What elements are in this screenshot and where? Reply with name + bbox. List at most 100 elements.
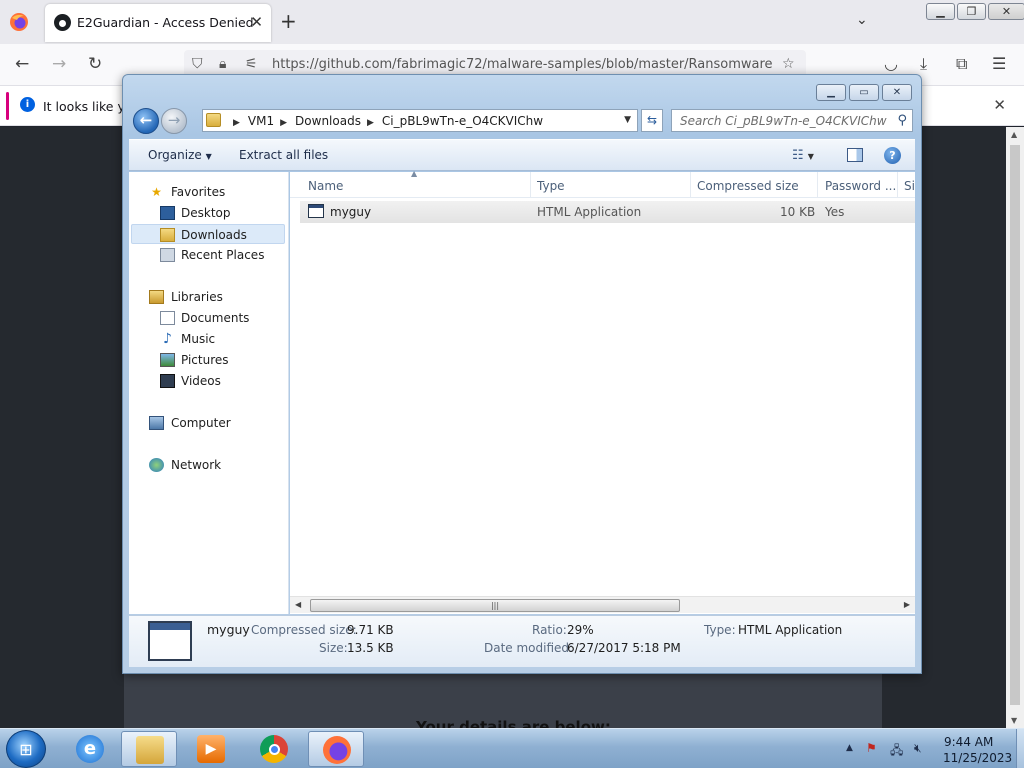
column-divider[interactable] bbox=[817, 172, 818, 198]
scroll-right-icon[interactable]: ▶ bbox=[904, 600, 910, 609]
column-compressed-size[interactable]: Compressed size bbox=[697, 179, 799, 193]
new-tab-icon[interactable]: + bbox=[280, 9, 297, 33]
extract-all-button[interactable]: Extract all files bbox=[239, 148, 328, 162]
breadcrumb-archive[interactable]: Ci_pBL9wTn-e_O4CKVIChw bbox=[382, 114, 543, 128]
breadcrumb-chevron-icon[interactable]: ▶ bbox=[280, 118, 287, 128]
nav-item-network[interactable]: Network bbox=[131, 455, 285, 475]
preview-pane-icon[interactable] bbox=[847, 148, 863, 162]
maximize-button[interactable]: ❐ bbox=[957, 3, 986, 20]
clock-time[interactable]: 9:44 AM bbox=[944, 735, 993, 749]
nav-item-favorites[interactable]: ★ Favorites bbox=[131, 182, 285, 202]
hta-file-large-icon bbox=[148, 621, 192, 661]
refresh-button[interactable]: ⇆ bbox=[641, 109, 663, 132]
scroll-down-icon[interactable]: ▼ bbox=[1011, 716, 1017, 725]
tab-close-icon[interactable]: ✕ bbox=[250, 13, 263, 31]
forward-arrow-icon[interactable]: → bbox=[52, 54, 66, 74]
lock-icon[interactable]: 🔒︎ bbox=[219, 56, 226, 72]
extensions-icon[interactable]: ⧉ bbox=[956, 54, 967, 74]
explorer-maximize-button[interactable]: ▭ bbox=[849, 84, 879, 101]
firefox-icon[interactable] bbox=[9, 12, 29, 32]
permissions-icon[interactable]: ⚟ bbox=[245, 56, 258, 72]
column-size[interactable]: Si bbox=[904, 179, 915, 193]
back-button[interactable]: ← bbox=[133, 108, 159, 134]
search-icon[interactable]: ⚲ bbox=[897, 113, 907, 128]
notification-close-icon[interactable]: ✕ bbox=[993, 96, 1006, 114]
nav-item-downloads[interactable]: Downloads bbox=[131, 224, 285, 244]
libraries-icon bbox=[149, 290, 164, 304]
menu-icon[interactable]: ☰ bbox=[992, 54, 1006, 73]
url-text[interactable]: https://github.com/fabrimagic72/malware-… bbox=[272, 57, 772, 72]
computer-icon bbox=[149, 416, 164, 430]
scroll-thumb[interactable] bbox=[1010, 145, 1020, 705]
bookmark-star-icon[interactable]: ☆ bbox=[782, 56, 795, 72]
page-scrollbar[interactable]: ▲ ▼ bbox=[1006, 127, 1024, 728]
explorer-minimize-button[interactable]: ▁ bbox=[816, 84, 846, 101]
file-password: Yes bbox=[825, 205, 845, 219]
clock-date[interactable]: 11/25/2023 bbox=[943, 751, 1012, 765]
scroll-left-icon[interactable]: ◀ bbox=[295, 600, 301, 609]
column-name[interactable]: Name bbox=[308, 179, 343, 193]
nav-item-videos[interactable]: Videos bbox=[131, 371, 285, 391]
minimize-button[interactable]: ▁ bbox=[926, 3, 955, 20]
column-type[interactable]: Type bbox=[537, 179, 565, 193]
scroll-thumb[interactable]: ||| bbox=[310, 599, 680, 612]
pocket-icon[interactable]: ◡ bbox=[884, 54, 898, 73]
taskbar-media-player[interactable]: ▶ bbox=[183, 731, 239, 767]
taskbar-internet-explorer[interactable]: e bbox=[62, 731, 118, 767]
search-input[interactable]: Search Ci_pBL9wTn-e_O4CKVIChw ⚲ bbox=[671, 109, 913, 132]
taskbar-chrome[interactable] bbox=[246, 731, 302, 767]
details-file-name: myguy bbox=[207, 622, 250, 637]
explorer-close-button[interactable]: ✕ bbox=[882, 84, 912, 101]
taskbar-explorer[interactable] bbox=[121, 731, 177, 767]
nav-item-pictures[interactable]: Pictures bbox=[131, 350, 285, 370]
change-view-icon[interactable]: ☷ ▼ bbox=[792, 148, 814, 163]
chevron-down-icon[interactable]: ▼ bbox=[808, 152, 814, 161]
nav-item-documents[interactable]: Documents bbox=[131, 308, 285, 328]
breadcrumb-vm1[interactable]: VM1 bbox=[248, 114, 274, 128]
download-icon[interactable]: ⤓ bbox=[920, 54, 927, 74]
back-arrow-icon[interactable]: ← bbox=[15, 54, 29, 74]
file-name[interactable]: myguy bbox=[330, 205, 371, 219]
details-type-label: Type: bbox=[704, 623, 736, 637]
pictures-icon bbox=[160, 353, 175, 367]
column-password[interactable]: Password ... bbox=[825, 179, 896, 193]
start-button[interactable]: ⊞ bbox=[6, 730, 46, 768]
show-desktop-button[interactable] bbox=[1016, 729, 1024, 768]
reload-icon[interactable]: ↻ bbox=[88, 54, 102, 74]
chrome-center bbox=[268, 743, 280, 755]
column-divider[interactable] bbox=[690, 172, 691, 198]
action-center-icon[interactable]: ⚑ bbox=[866, 741, 877, 755]
nav-item-computer[interactable]: Computer bbox=[131, 413, 285, 433]
taskbar-firefox[interactable] bbox=[308, 731, 364, 767]
address-bar[interactable]: ▶ VM1 ▶ Downloads ▶ Ci_pBL9wTn-e_O4CKVIChw ▼ bbox=[202, 109, 638, 132]
breadcrumb-chevron-icon[interactable]: ▶ bbox=[367, 118, 374, 128]
shield-icon[interactable]: ⛉ bbox=[192, 56, 203, 72]
nav-item-recent-places[interactable]: Recent Places bbox=[131, 245, 285, 265]
command-bar: Organize ▼ Extract all files ☷ ▼ ? bbox=[129, 139, 915, 171]
details-date-modified: 6/27/2017 5:18 PM bbox=[567, 641, 681, 655]
nav-item-libraries[interactable]: Libraries bbox=[131, 287, 285, 307]
breadcrumb-chevron-icon[interactable]: ▶ bbox=[233, 118, 240, 128]
internet-explorer-icon: e bbox=[76, 735, 104, 763]
column-divider[interactable] bbox=[897, 172, 898, 198]
tab-e2guardian[interactable]: E2Guardian - Access Denied ✕ bbox=[45, 4, 271, 42]
show-hidden-icons-icon[interactable]: ▲ bbox=[846, 743, 853, 753]
horizontal-scrollbar[interactable]: ◀ ||| ▶ bbox=[290, 596, 915, 613]
organize-button[interactable]: Organize ▼ bbox=[148, 148, 212, 162]
volume-muted-icon[interactable]: 🔇︎ bbox=[914, 741, 922, 756]
breadcrumb-downloads[interactable]: Downloads bbox=[295, 114, 361, 128]
scroll-up-icon[interactable]: ▲ bbox=[1011, 130, 1017, 139]
close-button[interactable]: ✕ bbox=[988, 3, 1024, 20]
help-icon[interactable]: ? bbox=[884, 147, 901, 164]
nav-label: Pictures bbox=[181, 353, 229, 367]
table-row[interactable]: myguy HTML Application 10 KB Yes bbox=[300, 201, 915, 223]
downloads-folder-icon bbox=[160, 228, 175, 242]
network-tray-icon[interactable]: 🖧 bbox=[890, 741, 903, 762]
chevron-down-icon[interactable]: ⌄ bbox=[856, 12, 868, 28]
nav-item-desktop[interactable]: Desktop bbox=[131, 203, 285, 223]
forward-button[interactable]: → bbox=[161, 108, 187, 134]
maximize-icon: ▭ bbox=[859, 87, 869, 98]
address-dropdown-icon[interactable]: ▼ bbox=[624, 115, 631, 125]
column-divider[interactable] bbox=[530, 172, 531, 198]
nav-item-music[interactable]: ♪ Music bbox=[131, 329, 285, 349]
